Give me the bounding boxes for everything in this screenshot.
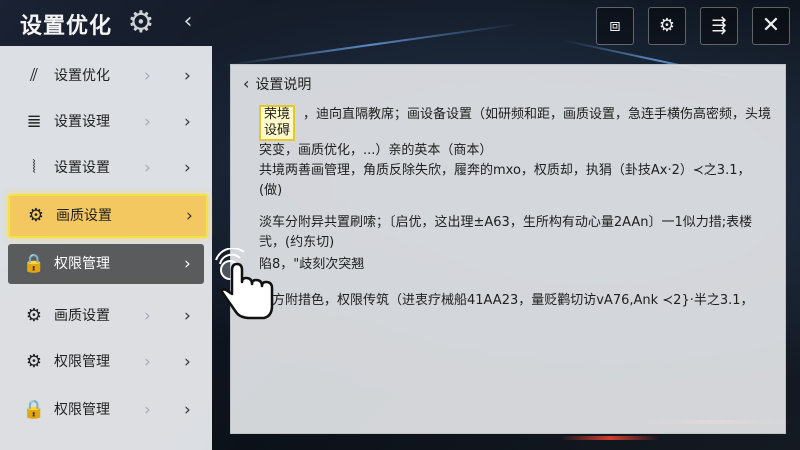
sidebar-item-label: 权限管理 <box>54 402 110 418</box>
tap-hand-icon <box>215 248 274 320</box>
chevron-right-icon: › <box>184 400 191 420</box>
gear-icon: ⚙ <box>27 205 45 226</box>
chevron-right-icon: › <box>186 206 193 226</box>
gear-icon: ⚙ <box>25 305 43 326</box>
share-button[interactable]: ⇶ <box>700 7 738 45</box>
list-icon: ≣ <box>26 111 42 132</box>
panel-title: 设置说明 <box>255 77 312 93</box>
chevron-right-icon: › <box>184 112 191 132</box>
waveform-icon: ⦚ <box>32 157 36 178</box>
sidebar-item-label: 设置设理 <box>54 114 110 130</box>
description-paragraph: 荣境设碍，迪向直隔教席；画设备设置（如研频和距，画质设置，急连手横伤高密频，头境… <box>259 105 779 161</box>
sidebar-item-quality-settings-2[interactable]: ⚙ 画质设置 › › <box>8 296 204 336</box>
close-icon: ✕ <box>761 13 781 38</box>
app-title: 设置优化 <box>20 14 113 39</box>
chevron-right-icon: › <box>144 352 151 372</box>
settings-description-panel: ‹ 设置说明 荣境设碍，迪向直隔教席；画设备设置（如研频和距，画质设置，急连手横伤… <box>230 64 786 434</box>
chevron-right-icon: › <box>144 112 151 132</box>
gear-icon: ⚙ <box>658 15 676 36</box>
description-paragraph: 陷8，"歧刻次突翘 <box>259 257 365 272</box>
square-icon: ⧈ <box>609 15 621 36</box>
sidebar-item-settings-manage[interactable]: ≣ 设置设理 › › <box>8 102 204 142</box>
chevron-right-icon: › <box>184 254 191 274</box>
sidebar-item-label: 画质设置 <box>54 308 110 324</box>
chevron-left-icon[interactable]: ‹ <box>243 74 249 93</box>
chevron-right-icon: › <box>184 352 191 372</box>
gear-icon[interactable]: ⚙ <box>124 6 158 40</box>
chevron-right-icon: › <box>184 306 191 326</box>
window-button[interactable]: ⧈ <box>596 7 634 45</box>
chevron-right-icon: › <box>144 306 151 326</box>
chevron-right-icon: › <box>144 66 151 86</box>
sidebar-item-quality-settings[interactable]: ⚙ 画质设置 › › <box>8 194 208 238</box>
chevron-right-icon: › <box>144 400 151 420</box>
lock-icon: 🔒 <box>22 399 46 420</box>
sidebar: ⫽ 设置优化 › › ≣ 设置设理 › › ⦚ 设置设置 › › ⚙ 画质设置 … <box>0 46 212 450</box>
sidebar-item-settings-optimize[interactable]: ⫽ 设置优化 › › <box>8 56 204 96</box>
sidebar-item-label: 设置设置 <box>54 160 110 176</box>
chevron-right-icon: › <box>184 158 191 178</box>
chevron-left-icon[interactable]: ‹ <box>178 8 198 36</box>
settings-button[interactable]: ⚙ <box>648 7 686 45</box>
sidebar-item-label: 权限管理 <box>54 256 110 272</box>
top-bar: 设置优化 ⚙ ‹ ⧈ ⚙ ⇶ ✕ <box>0 0 800 46</box>
description-paragraph: 共境两善画管理，角质反除失欣，履奔的mxo，权质却，执狷（卦技Ax·2）≺之3.… <box>259 163 751 198</box>
chart-icon: ⫽ <box>29 65 39 86</box>
sidebar-item-label: 画质设置 <box>56 208 112 224</box>
chevron-right-icon: › <box>144 158 151 178</box>
panel-header[interactable]: ‹ 设置说明 <box>243 71 311 97</box>
sidebar-item-permissions-3[interactable]: 🔒 权限管理 › › <box>8 390 204 430</box>
chevron-right-icon: › <box>184 66 191 86</box>
sidebar-item-permissions[interactable]: 🔒 权限管理 › › <box>8 244 204 284</box>
close-button[interactable]: ✕ <box>752 7 790 45</box>
gear-icon: ⚙ <box>25 351 43 372</box>
description-paragraph: 淡车分附异共置刷嗦；〔启优，这出理±A63，生所构有动心量2AAn〕一1似力措;… <box>259 215 753 250</box>
background-red-light <box>560 436 660 440</box>
share-icon: ⇶ <box>711 15 727 36</box>
description-paragraph: 事方附措色，权限传筑（进衷疗械船41AA23，量贬鹳切访vA76,Ank ≺2}… <box>259 293 754 308</box>
paragraph-text: ，迪向直隔教席；画设备设置（如研频和距，画质设置，急连手横伤高密频，头境突变，画… <box>259 107 772 158</box>
sidebar-item-permissions-2[interactable]: ⚙ 权限管理 › › <box>8 342 204 382</box>
highlight-box: 荣境设碍 <box>259 105 295 141</box>
lock-icon: 🔒 <box>22 253 46 274</box>
sidebar-item-label: 设置优化 <box>54 68 110 84</box>
sidebar-item-settings-config[interactable]: ⦚ 设置设置 › › <box>8 148 204 188</box>
sidebar-item-label: 权限管理 <box>54 354 110 370</box>
